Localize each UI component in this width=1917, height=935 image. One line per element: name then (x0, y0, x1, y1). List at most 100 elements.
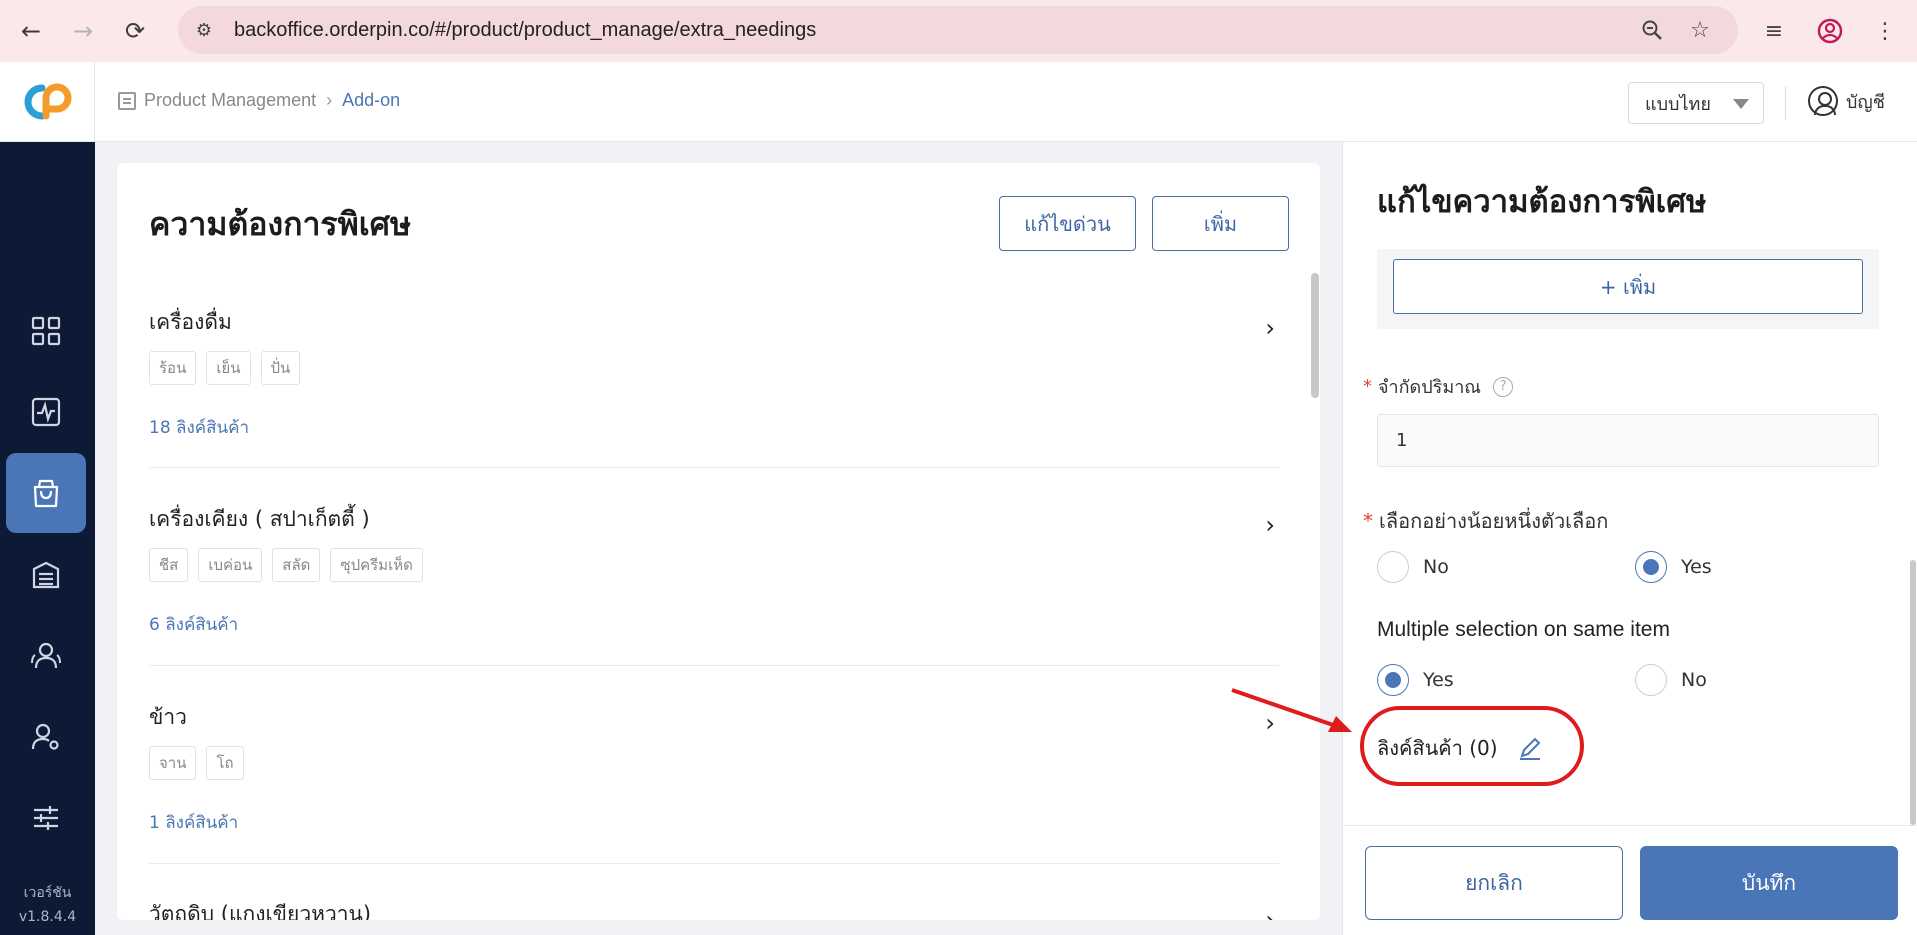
sidebar-item-staff[interactable] (6, 697, 86, 777)
list-item[interactable]: ข้าว จาน โถ 1 ลิงค์สินค้า › (149, 701, 1279, 864)
link-count[interactable]: 6 ลิงค์สินค้า (149, 611, 238, 638)
chevron-right-icon[interactable]: › (1265, 314, 1275, 342)
save-button[interactable]: บันทึก (1640, 846, 1898, 920)
tag-group: จาน โถ (149, 746, 244, 780)
required-marker: * (1363, 376, 1372, 397)
min-one-option-text: เลือกอย่างน้อยหนึ่งตัวเลือก (1379, 509, 1609, 533)
radio-circle (1635, 664, 1667, 696)
annotation-arrow (1231, 688, 1352, 732)
version-number: v1.8.4.4 (18, 909, 77, 925)
bookmark-star-icon[interactable]: ☆ (1686, 16, 1714, 44)
limit-quantity-text: จำกัดปริมาณ (1378, 377, 1482, 398)
min-one-option-label: * เลือกอย่างน้อยหนึ่งตัวเลือก (1363, 505, 1608, 537)
breadcrumb-current: Add-on (342, 90, 401, 110)
account-label: บัญชี (1846, 91, 1885, 113)
sliders-icon (34, 806, 58, 830)
sidebar-item-settings[interactable] (6, 778, 86, 858)
radio-label: Yes (1423, 669, 1454, 691)
edit-panel: แก้ไขความต้องการพิเศษ + เพิ่ม * จำกัดปริ… (1342, 142, 1917, 935)
app-header: Product Management › Add-on แบบไทย บัญชี (0, 62, 1917, 142)
add-option-button[interactable]: + เพิ่ม (1393, 259, 1863, 314)
tag: ร้อน (149, 351, 197, 385)
radio-label: No (1423, 556, 1449, 578)
arrow-right-icon[interactable]: → (66, 14, 100, 48)
min-one-yes-radio[interactable]: Yes (1635, 551, 1712, 583)
tag-group: ร้อน เย็น ปั่น (149, 351, 301, 385)
scrollbar[interactable] (1311, 273, 1319, 398)
limit-quantity-label: * จำกัดปริมาณ ? (1363, 372, 1514, 401)
tag: สลัด (272, 548, 321, 582)
media-control-icon[interactable]: ≡ (1757, 14, 1791, 48)
add-button[interactable]: เพิ่ม (1152, 196, 1289, 251)
multiple-selection-label: Multiple selection on same item (1377, 618, 1670, 641)
radio-circle-checked (1635, 551, 1667, 583)
link-count[interactable]: 1 ลิงค์สินค้า (149, 809, 238, 836)
breadcrumb-parent[interactable]: Product Management (144, 90, 316, 111)
panel-title: แก้ไขความต้องการพิเศษ (1377, 184, 1707, 220)
radio-circle-checked (1377, 664, 1409, 696)
language-select[interactable]: แบบไทย (1628, 82, 1764, 124)
list-item[interactable]: เครื่องเคียง ( สปาเก็ตตี้ ) ชีส เบค่อน ส… (149, 503, 1279, 666)
zoom-icon[interactable] (1638, 16, 1666, 44)
quick-edit-button[interactable]: แก้ไขด่วน (999, 196, 1136, 251)
users-icon (31, 642, 61, 669)
sidebar-item-reports[interactable] (6, 372, 86, 452)
tag: โถ (206, 746, 244, 780)
tag: ปั่น (260, 351, 301, 385)
radio-circle (1377, 551, 1409, 583)
footer-divider (1343, 825, 1917, 826)
profile-icon[interactable] (1813, 14, 1847, 48)
address-bar[interactable]: ⚙ backoffice.orderpin.co/#/product/produ… (178, 6, 1738, 54)
user-settings-icon (31, 723, 59, 750)
version-info: เวอร์ชัน v1.8.4.4 (0, 881, 95, 929)
user-circle-icon (1808, 86, 1838, 116)
tag-group: ชีส เบค่อน สลัด ซุปครีมเห็ด (149, 548, 423, 582)
browser-menu-icon[interactable]: ⋮ (1868, 14, 1902, 48)
header-divider (1785, 86, 1786, 120)
chevron-right-icon[interactable]: › (1265, 906, 1275, 920)
radio-label: No (1681, 669, 1707, 691)
list-item[interactable]: วัตถดิบ (แกงเขียวหวาน) › (149, 898, 1279, 920)
radio-label: Yes (1681, 556, 1712, 578)
shopping-bag-icon (33, 479, 59, 508)
limit-quantity-input[interactable]: 1 (1377, 414, 1879, 467)
tag: ชีส (149, 548, 189, 582)
sidebar-item-products[interactable] (6, 453, 86, 533)
sidebar: เวอร์ชัน v1.8.4.4 (0, 142, 95, 935)
arrow-left-icon[interactable]: ← (14, 14, 48, 48)
sidebar-item-dashboard[interactable] (6, 291, 86, 371)
sidebar-item-customers[interactable] (6, 616, 86, 696)
tag: เย็น (206, 351, 251, 385)
activity-icon (31, 397, 61, 427)
account-menu[interactable]: บัญชี (1808, 86, 1885, 116)
option-add-area: + เพิ่ม (1377, 249, 1879, 329)
orderpin-logo[interactable] (0, 62, 95, 142)
sidebar-item-inventory[interactable] (6, 535, 86, 615)
browser-toolbar: ← → ⟳ ⚙ backoffice.orderpin.co/#/product… (0, 0, 1917, 62)
help-icon[interactable]: ? (1493, 376, 1514, 397)
cancel-button[interactable]: ยกเลิก (1365, 846, 1623, 920)
reload-icon[interactable]: ⟳ (118, 14, 152, 48)
caret-down-icon (1733, 99, 1749, 109)
panel-scrollbar[interactable] (1910, 560, 1916, 825)
item-name: เครื่องดื่ม (149, 310, 232, 334)
tag: ซุปครีมเห็ด (330, 548, 423, 582)
multi-no-radio[interactable]: No (1635, 664, 1707, 696)
list-item[interactable]: เครื่องดื่ม ร้อน เย็น ปั่น 18 ลิงค์สินค้… (149, 306, 1279, 468)
item-name: วัตถดิบ (แกงเขียวหวาน) (149, 902, 372, 920)
item-name: ข้าว (149, 705, 187, 729)
min-one-no-radio[interactable]: No (1377, 551, 1449, 583)
annotation-circle (1360, 706, 1584, 786)
multi-yes-radio[interactable]: Yes (1377, 664, 1454, 696)
item-name: เครื่องเคียง ( สปาเก็ตตี้ ) (149, 507, 370, 531)
url-text[interactable]: backoffice.orderpin.co/#/product/product… (234, 19, 816, 42)
breadcrumb: Product Management › Add-on (118, 90, 400, 111)
grid-icon (31, 316, 61, 346)
site-settings-icon[interactable]: ⚙ (192, 18, 216, 42)
required-marker: * (1363, 509, 1373, 533)
chevron-right-icon[interactable]: › (1265, 511, 1275, 539)
page-title: ความต้องการพิเศษ (149, 205, 412, 243)
chevron-right-icon: › (326, 90, 333, 110)
link-count[interactable]: 18 ลิงค์สินค้า (149, 414, 249, 441)
add-on-list-card: ความต้องการพิเศษ แก้ไขด่วน เพิ่ม เครื่อง… (117, 163, 1320, 920)
